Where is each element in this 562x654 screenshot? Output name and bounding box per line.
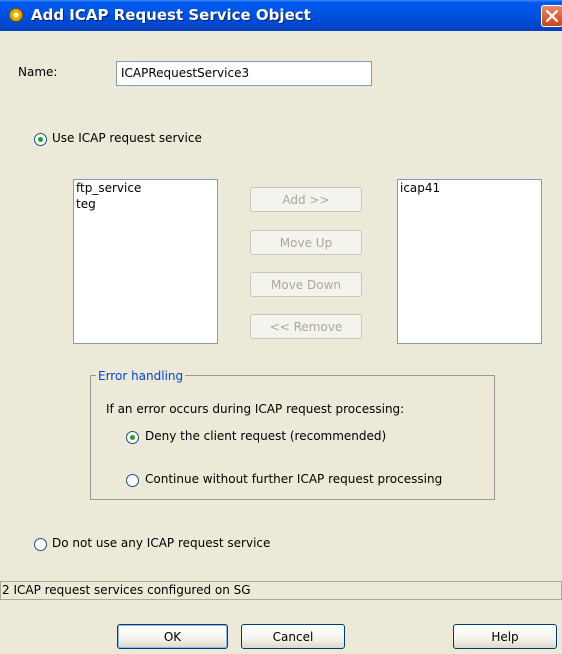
ok-button[interactable]: OK (117, 624, 228, 649)
help-button[interactable]: Help (453, 624, 557, 649)
error-handling-legend: Error handling (96, 369, 186, 383)
error-handling-description: If an error occurs during ICAP request p… (106, 402, 405, 416)
close-icon (546, 10, 558, 22)
continue-processing-radio[interactable] (126, 474, 139, 487)
close-button[interactable] (541, 5, 562, 27)
available-services-list[interactable]: ftp_service teg (73, 179, 218, 344)
remove-button[interactable]: << Remove (250, 314, 362, 339)
title-bar[interactable]: Add ICAP Request Service Object (0, 0, 562, 31)
selected-services-list[interactable]: icap41 (397, 179, 542, 344)
continue-processing-label[interactable]: Continue without further ICAP request pr… (145, 472, 442, 486)
list-item[interactable]: teg (74, 196, 217, 212)
no-service-radio[interactable] (34, 538, 47, 551)
status-bar: 2 ICAP request services configured on SG (0, 581, 562, 600)
use-service-label[interactable]: Use ICAP request service (52, 131, 202, 145)
deny-request-label[interactable]: Deny the client request (recommended) (145, 429, 386, 443)
move-down-button[interactable]: Move Down (250, 272, 362, 297)
dialog-window: Add ICAP Request Service Object Name: IC… (0, 0, 562, 654)
name-label: Name: (18, 65, 58, 79)
deny-request-radio[interactable] (126, 431, 139, 444)
no-service-label[interactable]: Do not use any ICAP request service (52, 536, 270, 550)
window-title: Add ICAP Request Service Object (31, 6, 311, 24)
app-icon (9, 8, 23, 22)
use-service-radio[interactable] (34, 133, 47, 146)
add-button[interactable]: Add >> (250, 187, 362, 212)
list-item[interactable]: ftp_service (74, 180, 217, 196)
cancel-button[interactable]: Cancel (241, 624, 345, 649)
move-up-button[interactable]: Move Up (250, 230, 362, 255)
list-item[interactable]: icap41 (398, 180, 541, 196)
name-input[interactable]: ICAPRequestService3 (116, 61, 372, 86)
